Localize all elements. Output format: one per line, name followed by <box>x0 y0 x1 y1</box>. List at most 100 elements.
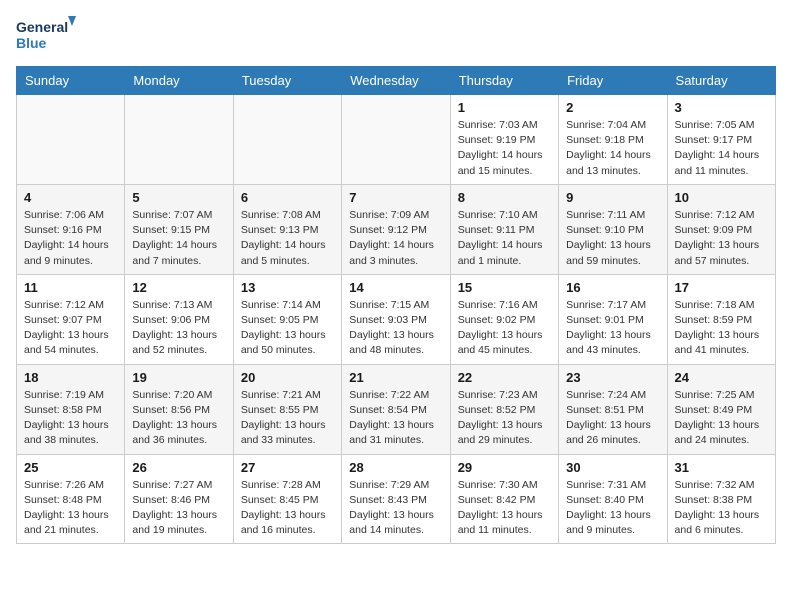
day-info: Sunrise: 7:22 AM Sunset: 8:54 PM Dayligh… <box>349 388 442 449</box>
logo-svg: GeneralBlue <box>16 16 76 54</box>
calendar-cell <box>342 95 450 185</box>
calendar-cell: 29 Sunrise: 7:30 AM Sunset: 8:42 PM Dayli… <box>450 454 558 544</box>
day-info: Sunrise: 7:03 AM Sunset: 9:19 PM Dayligh… <box>458 118 551 179</box>
day-info: Sunrise: 7:23 AM Sunset: 8:52 PM Dayligh… <box>458 388 551 449</box>
day-number: 7 <box>349 190 442 205</box>
calendar-table: SundayMondayTuesdayWednesdayThursdayFrid… <box>16 66 776 544</box>
calendar-cell: 26 Sunrise: 7:27 AM Sunset: 8:46 PM Dayli… <box>125 454 233 544</box>
calendar-cell: 14Sunrise: 7:15 AM Sunset: 9:03 PM Dayli… <box>342 274 450 364</box>
calendar-cell: 17 Sunrise: 7:18 AM Sunset: 8:59 PM Dayli… <box>667 274 775 364</box>
day-number: 2 <box>566 100 659 115</box>
day-number: 26 <box>132 460 225 475</box>
calendar-cell: 19 Sunrise: 7:20 AM Sunset: 8:56 PM Dayli… <box>125 364 233 454</box>
day-number: 6 <box>241 190 334 205</box>
day-number: 11 <box>24 280 117 295</box>
calendar-cell: 1Sunrise: 7:03 AM Sunset: 9:19 PM Daylig… <box>450 95 558 185</box>
day-number: 4 <box>24 190 117 205</box>
day-info: Sunrise: 7:28 AM Sunset: 8:45 PM Dayligh… <box>241 478 334 539</box>
day-info: Sunrise: 7:14 AM Sunset: 9:05 PM Dayligh… <box>241 298 334 359</box>
day-info: Sunrise: 7:04 AM Sunset: 9:18 PM Dayligh… <box>566 118 659 179</box>
day-info: Sunrise: 7:29 AM Sunset: 8:43 PM Dayligh… <box>349 478 442 539</box>
day-info: Sunrise: 7:32 AM Sunset: 8:38 PM Dayligh… <box>675 478 768 539</box>
day-info: Sunrise: 7:08 AM Sunset: 9:13 PM Dayligh… <box>241 208 334 269</box>
calendar-week-row: 25Sunrise: 7:26 AM Sunset: 8:48 PM Dayli… <box>17 454 776 544</box>
day-info: Sunrise: 7:24 AM Sunset: 8:51 PM Dayligh… <box>566 388 659 449</box>
calendar-cell <box>17 95 125 185</box>
day-info: Sunrise: 7:12 AM Sunset: 9:09 PM Dayligh… <box>675 208 768 269</box>
calendar-cell <box>233 95 341 185</box>
day-number: 24 <box>675 370 768 385</box>
day-info: Sunrise: 7:13 AM Sunset: 9:06 PM Dayligh… <box>132 298 225 359</box>
calendar-week-row: 18Sunrise: 7:19 AM Sunset: 8:58 PM Dayli… <box>17 364 776 454</box>
day-info: Sunrise: 7:11 AM Sunset: 9:10 PM Dayligh… <box>566 208 659 269</box>
day-info: Sunrise: 7:31 AM Sunset: 8:40 PM Dayligh… <box>566 478 659 539</box>
calendar-cell: 8Sunrise: 7:10 AM Sunset: 9:11 PM Daylig… <box>450 184 558 274</box>
day-info: Sunrise: 7:17 AM Sunset: 9:01 PM Dayligh… <box>566 298 659 359</box>
weekday-header-friday: Friday <box>559 67 667 95</box>
day-info: Sunrise: 7:27 AM Sunset: 8:46 PM Dayligh… <box>132 478 225 539</box>
calendar-cell: 6 Sunrise: 7:08 AM Sunset: 9:13 PM Daylig… <box>233 184 341 274</box>
day-number: 25 <box>24 460 117 475</box>
day-number: 21 <box>349 370 442 385</box>
day-number: 3 <box>675 100 768 115</box>
day-info: Sunrise: 7:18 AM Sunset: 8:59 PM Dayligh… <box>675 298 768 359</box>
day-number: 16 <box>566 280 659 295</box>
calendar-cell: 23Sunrise: 7:24 AM Sunset: 8:51 PM Dayli… <box>559 364 667 454</box>
day-number: 18 <box>24 370 117 385</box>
calendar-cell: 30 Sunrise: 7:31 AM Sunset: 8:40 PM Dayli… <box>559 454 667 544</box>
weekday-header-sunday: Sunday <box>17 67 125 95</box>
day-number: 29 <box>458 460 551 475</box>
calendar-cell: 4 Sunrise: 7:06 AM Sunset: 9:16 PM Daylig… <box>17 184 125 274</box>
day-info: Sunrise: 7:16 AM Sunset: 9:02 PM Dayligh… <box>458 298 551 359</box>
calendar-cell: 28 Sunrise: 7:29 AM Sunset: 8:43 PM Dayli… <box>342 454 450 544</box>
day-number: 5 <box>132 190 225 205</box>
day-number: 31 <box>675 460 768 475</box>
calendar-cell: 25Sunrise: 7:26 AM Sunset: 8:48 PM Dayli… <box>17 454 125 544</box>
day-number: 12 <box>132 280 225 295</box>
day-number: 10 <box>675 190 768 205</box>
calendar-cell: 31 Sunrise: 7:32 AM Sunset: 8:38 PM Dayli… <box>667 454 775 544</box>
day-info: Sunrise: 7:12 AM Sunset: 9:07 PM Dayligh… <box>24 298 117 359</box>
calendar-cell: 20 Sunrise: 7:21 AM Sunset: 8:55 PM Dayli… <box>233 364 341 454</box>
day-number: 17 <box>675 280 768 295</box>
page-header: GeneralBlue <box>16 16 776 54</box>
day-info: Sunrise: 7:30 AM Sunset: 8:42 PM Dayligh… <box>458 478 551 539</box>
svg-text:Blue: Blue <box>16 35 47 51</box>
calendar-cell: 16 Sunrise: 7:17 AM Sunset: 9:01 PM Dayli… <box>559 274 667 364</box>
day-info: Sunrise: 7:09 AM Sunset: 9:12 PM Dayligh… <box>349 208 442 269</box>
day-info: Sunrise: 7:21 AM Sunset: 8:55 PM Dayligh… <box>241 388 334 449</box>
calendar-cell: 24 Sunrise: 7:25 AM Sunset: 8:49 PM Dayli… <box>667 364 775 454</box>
calendar-cell: 18Sunrise: 7:19 AM Sunset: 8:58 PM Dayli… <box>17 364 125 454</box>
calendar-cell: 27Sunrise: 7:28 AM Sunset: 8:45 PM Dayli… <box>233 454 341 544</box>
calendar-week-row: 1Sunrise: 7:03 AM Sunset: 9:19 PM Daylig… <box>17 95 776 185</box>
day-number: 30 <box>566 460 659 475</box>
day-info: Sunrise: 7:15 AM Sunset: 9:03 PM Dayligh… <box>349 298 442 359</box>
weekday-header-tuesday: Tuesday <box>233 67 341 95</box>
logo: GeneralBlue <box>16 16 76 54</box>
day-number: 13 <box>241 280 334 295</box>
calendar-cell: 21 Sunrise: 7:22 AM Sunset: 8:54 PM Dayli… <box>342 364 450 454</box>
calendar-week-row: 4 Sunrise: 7:06 AM Sunset: 9:16 PM Daylig… <box>17 184 776 274</box>
day-number: 15 <box>458 280 551 295</box>
calendar-cell: 7 Sunrise: 7:09 AM Sunset: 9:12 PM Daylig… <box>342 184 450 274</box>
calendar-cell: 15 Sunrise: 7:16 AM Sunset: 9:02 PM Dayli… <box>450 274 558 364</box>
day-info: Sunrise: 7:20 AM Sunset: 8:56 PM Dayligh… <box>132 388 225 449</box>
calendar-cell: 13 Sunrise: 7:14 AM Sunset: 9:05 PM Dayli… <box>233 274 341 364</box>
calendar-cell: 12 Sunrise: 7:13 AM Sunset: 9:06 PM Dayli… <box>125 274 233 364</box>
calendar-cell: 5 Sunrise: 7:07 AM Sunset: 9:15 PM Daylig… <box>125 184 233 274</box>
day-number: 9 <box>566 190 659 205</box>
day-number: 22 <box>458 370 551 385</box>
day-info: Sunrise: 7:06 AM Sunset: 9:16 PM Dayligh… <box>24 208 117 269</box>
calendar-cell: 22 Sunrise: 7:23 AM Sunset: 8:52 PM Dayli… <box>450 364 558 454</box>
day-number: 28 <box>349 460 442 475</box>
day-info: Sunrise: 7:25 AM Sunset: 8:49 PM Dayligh… <box>675 388 768 449</box>
calendar-cell: 11 Sunrise: 7:12 AM Sunset: 9:07 PM Dayli… <box>17 274 125 364</box>
day-number: 20 <box>241 370 334 385</box>
calendar-week-row: 11 Sunrise: 7:12 AM Sunset: 9:07 PM Dayli… <box>17 274 776 364</box>
weekday-header-saturday: Saturday <box>667 67 775 95</box>
day-number: 19 <box>132 370 225 385</box>
weekday-header-row: SundayMondayTuesdayWednesdayThursdayFrid… <box>17 67 776 95</box>
day-info: Sunrise: 7:07 AM Sunset: 9:15 PM Dayligh… <box>132 208 225 269</box>
calendar-cell: 9 Sunrise: 7:11 AM Sunset: 9:10 PM Daylig… <box>559 184 667 274</box>
calendar-cell: 10 Sunrise: 7:12 AM Sunset: 9:09 PM Dayli… <box>667 184 775 274</box>
